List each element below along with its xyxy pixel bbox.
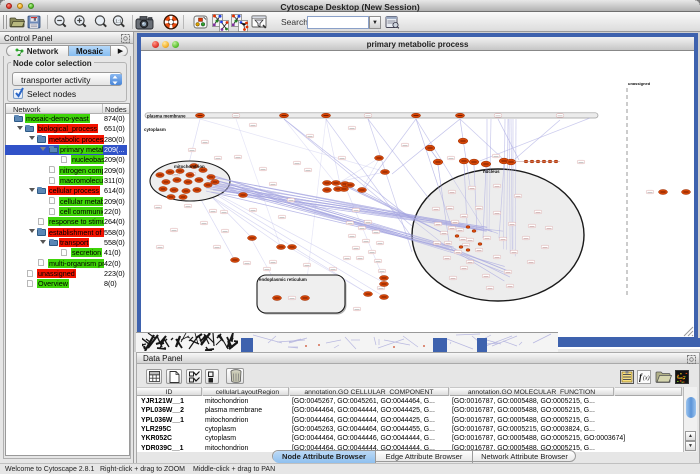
svg-text:unassigned: unassigned (628, 81, 651, 86)
svg-text:plasma membrane: plasma membrane (147, 114, 186, 119)
svg-text:mitochondrion: mitochondrion (174, 164, 205, 169)
svg-text:(x): (x) (643, 375, 650, 382)
svg-text:nucleus: nucleus (483, 169, 500, 174)
svg-text:endoplasmic reticulum: endoplasmic reticulum (259, 277, 307, 282)
svg-text:cytoplasm: cytoplasm (144, 127, 166, 132)
